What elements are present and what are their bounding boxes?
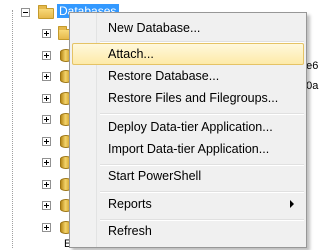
expand-icon[interactable] [42, 72, 51, 81]
expand-icon[interactable] [42, 223, 51, 232]
expand-icon[interactable] [42, 51, 51, 60]
menu-item-attach[interactable]: Attach... [72, 43, 304, 65]
menu-item-deploy-data-tier[interactable]: Deploy Data-tier Application... [72, 116, 304, 138]
menu-item-import-data-tier[interactable]: Import Data-tier Application... [72, 138, 304, 160]
expand-icon[interactable] [42, 158, 51, 167]
menu-item-restore-files-filegroups[interactable]: Restore Files and Filegroups... [72, 87, 304, 109]
expand-icon[interactable] [42, 94, 51, 103]
menu-item-start-powershell[interactable]: Start PowerShell [72, 165, 304, 187]
context-menu: New Database... Attach... Restore Databa… [69, 12, 307, 248]
expand-icon[interactable] [42, 201, 51, 210]
menu-item-reports-label: Reports [108, 197, 152, 211]
expand-icon[interactable] [42, 29, 51, 38]
menu-item-new-database[interactable]: New Database... [72, 17, 304, 39]
submenu-arrow-icon [290, 200, 294, 208]
databases-folder-icon [38, 5, 54, 19]
menu-item-restore-database[interactable]: Restore Database... [72, 65, 304, 87]
menu-separator [100, 113, 304, 115]
expand-icon[interactable] [42, 115, 51, 124]
collapse-icon[interactable] [21, 8, 30, 17]
menu-item-refresh[interactable]: Refresh [72, 220, 304, 242]
expand-icon[interactable] [42, 137, 51, 146]
tree-guide-line [12, 10, 14, 248]
expand-icon[interactable] [42, 180, 51, 189]
menu-item-reports[interactable]: Reports [72, 193, 304, 215]
